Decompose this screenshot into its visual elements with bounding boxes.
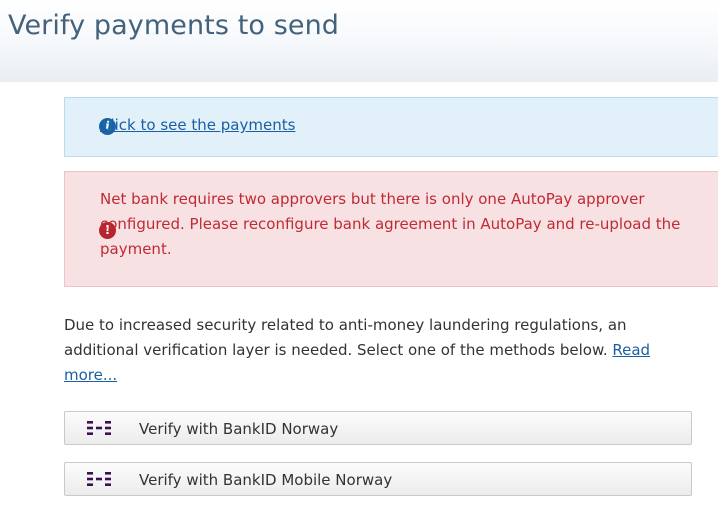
page-title: Verify payments to send <box>8 10 340 41</box>
bankid-icon <box>87 472 111 486</box>
verify-bankid-norway-button[interactable]: Verify with BankID Norway <box>64 411 692 445</box>
verify-payments-page: Verify payments to send i Click to see t… <box>0 0 718 518</box>
see-payments-link[interactable]: Click to see the payments <box>100 116 295 134</box>
verify-bankid-mobile-norway-label: Verify with BankID Mobile Norway <box>139 471 393 489</box>
verification-description: Due to increased security related to ant… <box>64 313 654 388</box>
error-alert: ! Net bank requires two approvers but th… <box>64 171 718 287</box>
verify-bankid-mobile-norway-button[interactable]: Verify with BankID Mobile Norway <box>64 462 692 496</box>
bankid-icon <box>87 421 111 435</box>
page-header: Verify payments to send <box>0 0 718 82</box>
description-text: Due to increased security related to ant… <box>64 316 627 359</box>
error-message: Net bank requires two approvers but ther… <box>100 190 681 258</box>
info-alert: i Click to see the payments <box>64 97 718 157</box>
verify-bankid-norway-label: Verify with BankID Norway <box>139 420 339 438</box>
